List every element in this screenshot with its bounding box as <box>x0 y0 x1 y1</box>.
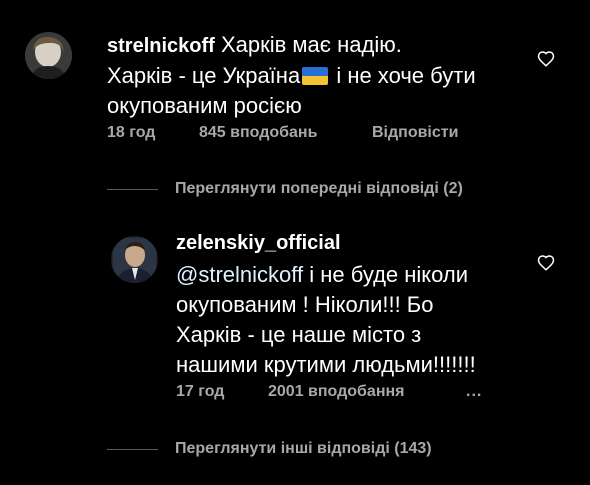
avatar-zelenskiy-official[interactable] <box>111 236 158 283</box>
username-strelnickoff[interactable]: strelnickoff <box>107 35 215 57</box>
avatar-image <box>111 236 158 283</box>
ukraine-flag-icon <box>302 67 329 85</box>
comment-meta-strelnickoff: 18 год 845 вподобань Відповісти <box>107 124 458 142</box>
comment-zelenskiy-official: @strelnickoff і не буде ніколи окуповани… <box>176 260 516 380</box>
divider-line <box>107 188 158 190</box>
comment-text-line4: нашими крутими людьми!!!!!!! <box>176 352 476 377</box>
mention-link[interactable]: @strelnickoff <box>176 262 303 287</box>
reply-button[interactable]: Відповісти <box>372 124 458 142</box>
view-other-replies[interactable]: Переглянути інші відповіді (143) <box>107 440 432 458</box>
username-zelenskiy-official[interactable]: zelenskiy_official <box>176 232 341 255</box>
comment-meta-zelenskiy-official: 17 год 2001 вподобання ... <box>176 383 482 401</box>
comment-time: 17 год <box>176 383 225 400</box>
comment-text-line3: Харків - це наше місто з <box>176 322 422 347</box>
comment-text-line2: окупованим ! Ніколи!!! Бо <box>176 292 434 317</box>
view-previous-replies[interactable]: Переглянути попередні відповіді (2) <box>107 180 463 198</box>
comment-text-line2a: Харків - це Україна <box>107 63 301 88</box>
like-heart-icon[interactable] <box>537 254 555 272</box>
comment-text-line2b: і не хоче бути <box>336 63 476 88</box>
comment-text-line1: Харків має надію. <box>220 32 402 57</box>
view-other-replies-label[interactable]: Переглянути інші відповіді (143) <box>175 440 432 458</box>
more-options-button[interactable]: ... <box>466 383 482 401</box>
comment-text-line3: окупованим росією <box>107 93 302 118</box>
like-heart-icon[interactable] <box>537 50 555 68</box>
likes-count[interactable]: 2001 вподобання <box>268 383 466 401</box>
comment-text-line1: і не буде ніколи <box>303 262 469 287</box>
avatar-image <box>25 32 72 79</box>
comment-strelnickoff: strelnickoff Харків має надію. Харків - … <box>107 30 527 121</box>
divider-line <box>107 448 158 450</box>
likes-count[interactable]: 845 вподобань <box>199 124 372 142</box>
comment-time: 18 год <box>107 124 156 141</box>
view-previous-replies-label[interactable]: Переглянути попередні відповіді (2) <box>175 180 463 198</box>
avatar-strelnickoff[interactable] <box>25 32 72 79</box>
